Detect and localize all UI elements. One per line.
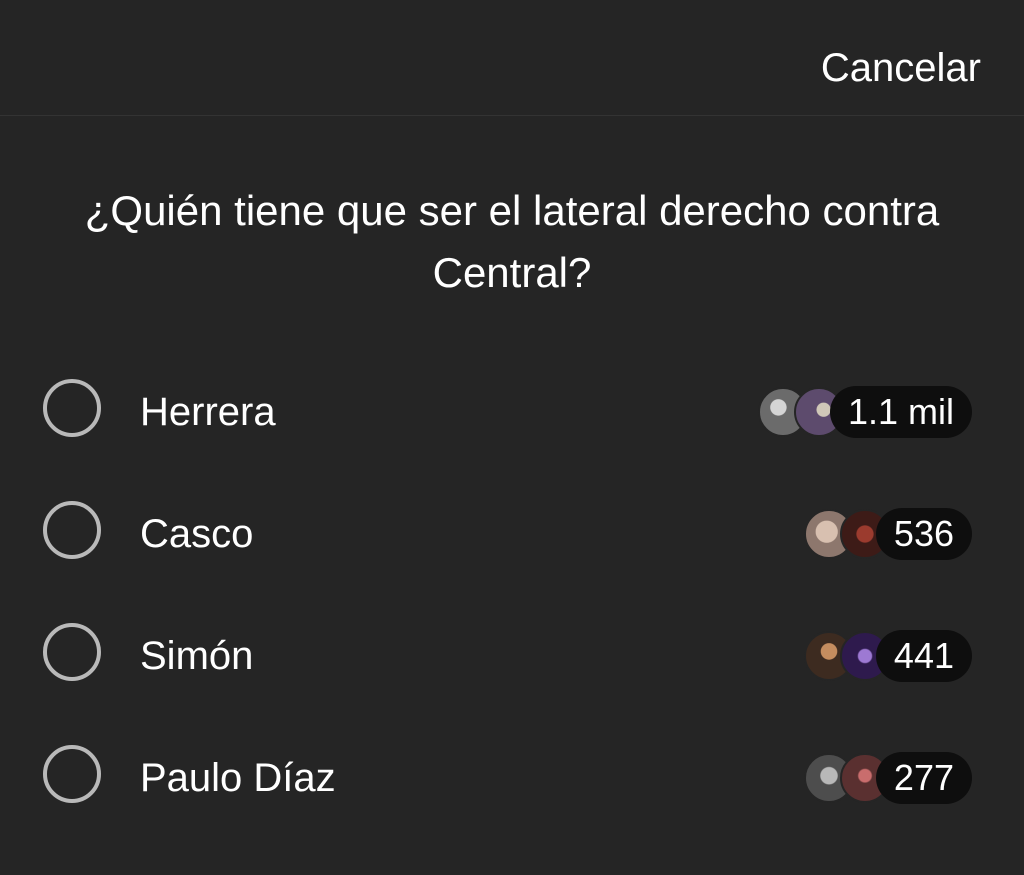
vote-count-badge: 536 — [875, 508, 972, 560]
poll-question: ¿Quién tiene que ser el lateral derecho … — [84, 187, 940, 296]
vote-summary: 536 — [803, 507, 972, 561]
radio-button[interactable] — [43, 745, 101, 803]
vote-count-badge: 1.1 mil — [829, 386, 972, 438]
vote-summary: 1.1 mil — [757, 385, 972, 439]
vote-summary: 277 — [803, 751, 972, 805]
poll-option-casco[interactable]: Casco 536 — [0, 472, 1024, 594]
cancel-button[interactable]: Cancelar — [821, 44, 981, 92]
poll-header: Cancelar — [0, 0, 1024, 116]
poll-option-simon[interactable]: Simón 441 — [0, 594, 1024, 716]
option-label: Casco — [140, 512, 254, 556]
vote-count-badge: 277 — [875, 752, 972, 804]
option-label: Herrera — [140, 390, 276, 434]
option-label: Simón — [140, 634, 254, 678]
radio-button[interactable] — [43, 501, 101, 559]
radio-button[interactable] — [43, 623, 101, 681]
poll-option-herrera[interactable]: Herrera 1.1 mil — [0, 350, 1024, 472]
poll-option-paulo-diaz[interactable]: Paulo Díaz 277 — [0, 716, 1024, 838]
radio-button[interactable] — [43, 379, 101, 437]
vote-summary: 441 — [803, 629, 972, 683]
vote-count-badge: 441 — [875, 630, 972, 682]
option-label: Paulo Díaz — [140, 756, 336, 800]
